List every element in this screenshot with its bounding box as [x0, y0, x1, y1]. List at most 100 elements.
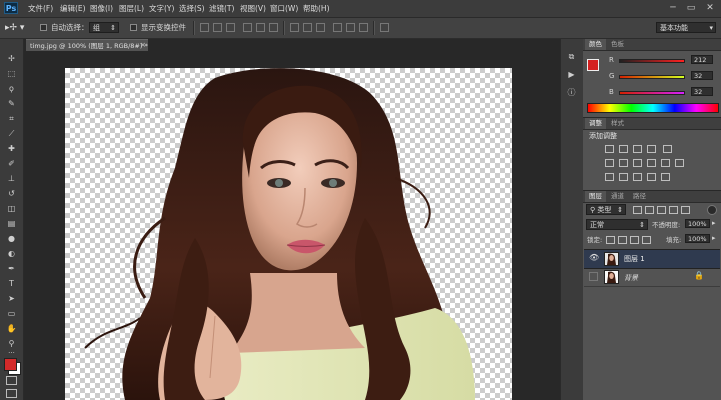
menu-file[interactable]: 文件(F) [28, 3, 53, 15]
actions-panel-icon[interactable]: ▶ [566, 70, 577, 80]
distribute-right-icon[interactable] [359, 23, 368, 32]
document-tab[interactable]: timg.jpg @ 100% (图层 1, RGB/8#) * [26, 39, 148, 51]
panel-foreground-swatch[interactable] [587, 59, 599, 71]
eyedropper-tool-icon[interactable]: ⟋ [5, 128, 18, 139]
visibility-toggle[interactable] [589, 272, 598, 281]
filter-type-icon[interactable] [657, 206, 666, 214]
b-value-field[interactable]: 32 [691, 87, 713, 96]
levels-icon[interactable] [619, 145, 628, 153]
photo-filter-icon[interactable] [647, 159, 656, 167]
brightness-icon[interactable] [605, 145, 614, 153]
layer-filter-dropdown[interactable]: ⚲ 类型 ⇕ [586, 204, 626, 215]
auto-select-dropdown[interactable]: 组 ⇕ [89, 22, 119, 33]
document-canvas[interactable] [65, 68, 512, 400]
menu-filter[interactable]: 滤镜(T) [209, 3, 234, 15]
color-lookup-icon[interactable] [675, 159, 684, 167]
menu-type[interactable]: 文字(Y) [149, 3, 174, 15]
filter-smart-icon[interactable] [681, 206, 690, 214]
history-brush-tool-icon[interactable]: ↺ [5, 188, 18, 199]
lock-all-icon[interactable] [642, 236, 651, 244]
brush-tool-icon[interactable]: ✐ [5, 158, 18, 169]
tab-layers[interactable]: 图层 [585, 191, 606, 202]
quick-select-tool-icon[interactable]: ✎ [5, 98, 18, 109]
marquee-tool-icon[interactable]: ⬚ [5, 68, 18, 79]
align-middle-icon[interactable] [213, 23, 222, 32]
b-slider[interactable] [619, 91, 685, 95]
layer-name[interactable]: 图层 1 [624, 254, 645, 264]
layer-row-background[interactable]: 背景 🔒 [584, 268, 720, 287]
type-tool-icon[interactable]: T [5, 278, 18, 289]
show-transform-checkbox[interactable] [130, 24, 137, 31]
close-window-button[interactable]: ✕ [703, 2, 717, 14]
filter-toggle-icon[interactable] [707, 205, 717, 215]
g-value-field[interactable]: 32 [691, 71, 713, 80]
move-tool-icon[interactable]: ✢ [5, 53, 18, 64]
chevron-down-icon[interactable]: ▸ [712, 219, 716, 227]
lock-brush-icon[interactable] [618, 236, 627, 244]
screen-mode-icon[interactable] [6, 389, 17, 398]
chevron-down-icon[interactable]: ▸ [712, 234, 716, 242]
filter-adjustment-icon[interactable] [645, 206, 654, 214]
auto-align-icon[interactable] [380, 23, 389, 32]
black-white-icon[interactable] [633, 159, 642, 167]
menu-help[interactable]: 帮助(H) [303, 3, 330, 15]
auto-select-checkbox[interactable] [40, 24, 47, 31]
distribute-bottom-icon[interactable] [316, 23, 325, 32]
shape-tool-icon[interactable]: ▭ [5, 308, 18, 319]
minimize-button[interactable]: ─ [666, 2, 680, 14]
pen-tool-icon[interactable]: ✒ [5, 263, 18, 274]
menu-image[interactable]: 图像(I) [90, 3, 113, 15]
document-close-icon[interactable]: × [140, 39, 148, 51]
channel-mixer-icon[interactable] [661, 159, 670, 167]
quick-mask-icon[interactable] [6, 376, 17, 385]
tab-adjustments[interactable]: 调整 [585, 118, 606, 129]
tab-styles[interactable]: 样式 [607, 118, 628, 129]
blend-mode-dropdown[interactable]: 正常 ⇕ [586, 219, 648, 230]
align-top-icon[interactable] [200, 23, 209, 32]
exposure-icon[interactable] [647, 145, 656, 153]
posterize-icon[interactable] [619, 173, 628, 181]
distribute-left-icon[interactable] [333, 23, 342, 32]
eraser-tool-icon[interactable]: ◫ [5, 203, 18, 214]
foreground-color-swatch[interactable] [4, 358, 17, 371]
hand-tool-icon[interactable]: ✋ [5, 323, 18, 334]
curves-icon[interactable] [633, 145, 642, 153]
threshold-icon[interactable] [633, 173, 642, 181]
distribute-top-icon[interactable] [290, 23, 299, 32]
workspace-dropdown[interactable]: 基本功能 ▾ [656, 22, 716, 33]
restore-button[interactable]: ▭ [684, 2, 698, 14]
gradient-tool-icon[interactable]: ▤ [5, 218, 18, 229]
g-slider[interactable] [619, 75, 685, 79]
menu-window[interactable]: 窗口(W) [270, 3, 298, 15]
invert-icon[interactable] [605, 173, 614, 181]
filter-pixel-icon[interactable] [633, 206, 642, 214]
hue-saturation-icon[interactable] [605, 159, 614, 167]
lock-transparent-icon[interactable] [606, 236, 615, 244]
selective-color-icon[interactable] [661, 173, 670, 181]
color-spectrum-bar[interactable] [587, 103, 719, 113]
tab-channels[interactable]: 通道 [607, 191, 628, 202]
blur-tool-icon[interactable]: ● [5, 233, 18, 244]
vibrance-icon[interactable] [663, 145, 672, 153]
fill-field[interactable]: 100% [685, 234, 710, 243]
r-value-field[interactable]: 212 [691, 55, 713, 64]
lasso-tool-icon[interactable]: ϙ [5, 83, 18, 94]
distribute-center-icon[interactable] [346, 23, 355, 32]
move-tool-preset-icon[interactable]: ▸✢ ▾ [5, 22, 27, 34]
healing-tool-icon[interactable]: ✚ [5, 143, 18, 154]
layer-row-layer1[interactable]: 👁 图层 1 [584, 249, 720, 269]
align-right-icon[interactable] [269, 23, 278, 32]
align-left-icon[interactable] [243, 23, 252, 32]
align-center-icon[interactable] [256, 23, 265, 32]
layer-name[interactable]: 背景 [624, 273, 638, 283]
menu-edit[interactable]: 编辑(E) [60, 3, 86, 15]
info-panel-icon[interactable]: ⓘ [566, 88, 577, 98]
opacity-field[interactable]: 100% [685, 219, 710, 228]
stamp-tool-icon[interactable]: ⊥ [5, 173, 18, 184]
filter-shape-icon[interactable] [669, 206, 678, 214]
menu-select[interactable]: 选择(S) [179, 3, 205, 15]
tab-color[interactable]: 颜色 [585, 39, 606, 50]
align-bottom-icon[interactable] [226, 23, 235, 32]
menu-layer[interactable]: 图层(L) [119, 3, 144, 15]
r-slider[interactable] [619, 59, 685, 63]
